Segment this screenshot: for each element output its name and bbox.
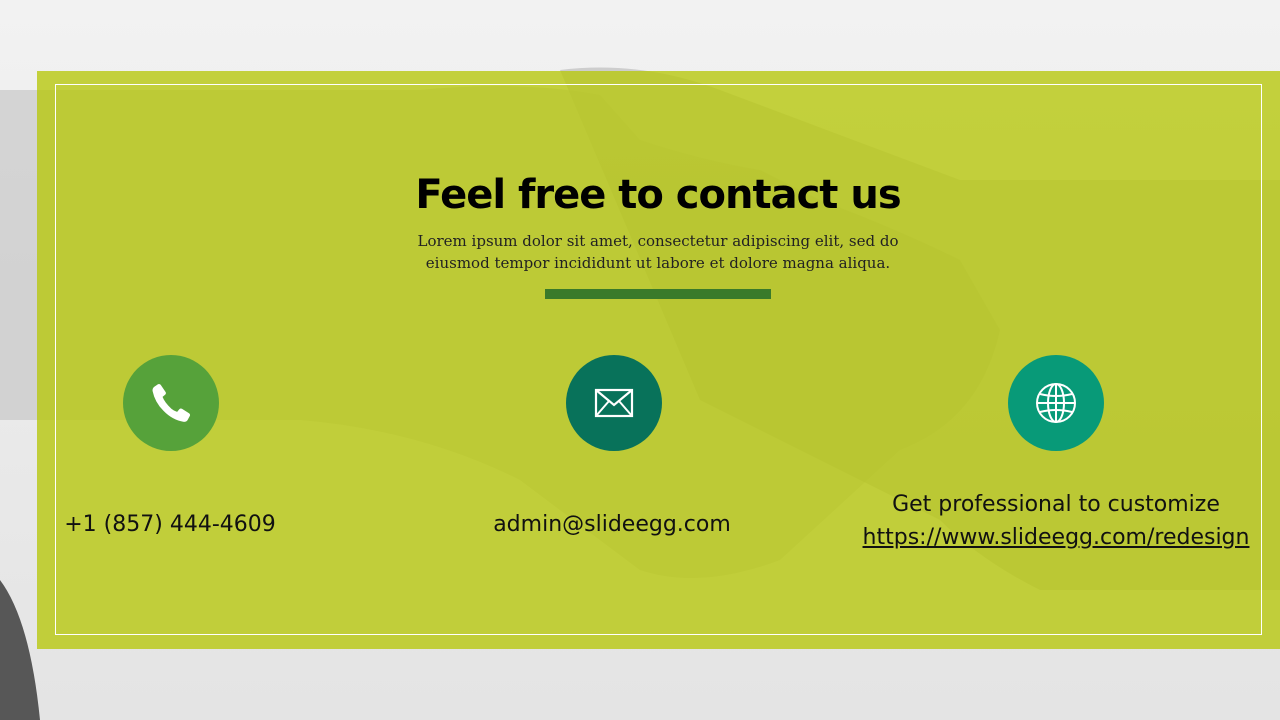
slide-title: Feel free to contact us <box>415 172 901 218</box>
globe-icon <box>1036 383 1076 423</box>
website-link[interactable]: https://www.slideegg.com/redesign <box>826 521 1280 554</box>
envelope-icon <box>594 388 634 418</box>
phone-number: +1 (857) 444-4609 <box>64 512 276 537</box>
subtitle-line-1: Lorem ipsum dolor sit amet, consectetur … <box>417 232 899 250</box>
web-circle <box>1008 355 1104 451</box>
subtitle-line-2: eiusmod tempor incididunt ut labore et d… <box>425 254 891 272</box>
slide-subtitle: Lorem ipsum dolor sit amet, consectetur … <box>408 230 908 274</box>
website-caption: Get professional to customize <box>892 492 1220 517</box>
phone-icon <box>152 383 191 422</box>
email-address: admin@slideegg.com <box>493 512 731 537</box>
website-block: Get professional to customize https://ww… <box>826 488 1280 554</box>
title-divider <box>545 289 771 299</box>
email-circle <box>566 355 662 451</box>
phone-circle <box>123 355 219 451</box>
